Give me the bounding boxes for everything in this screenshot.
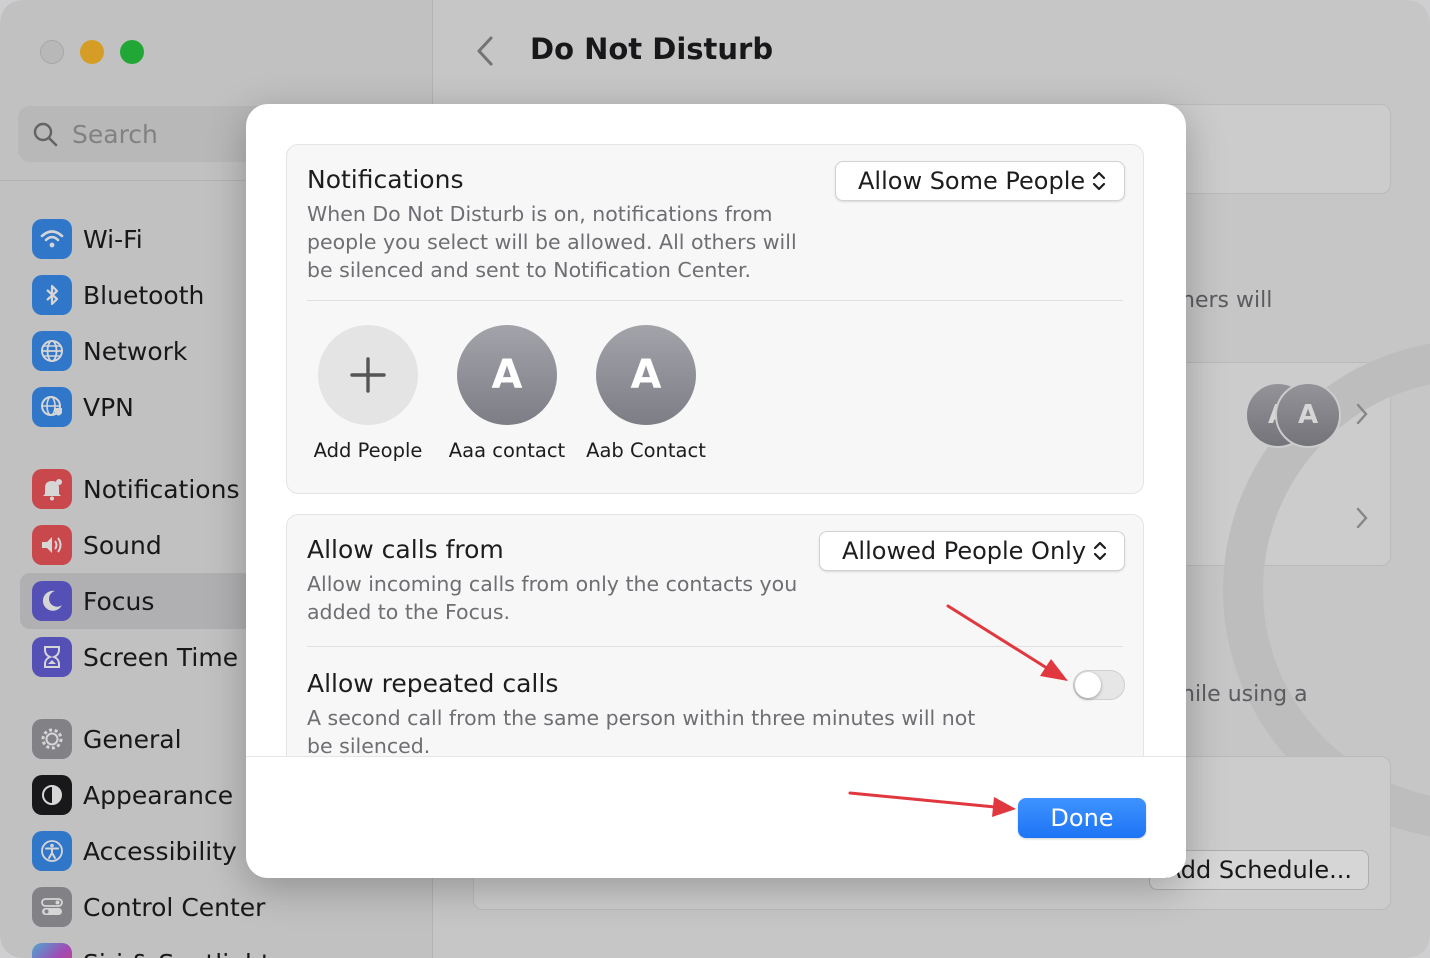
person-aaa-contact[interactable]: A Aaa contact bbox=[442, 325, 572, 462]
allow-calls-title: Allow calls from bbox=[307, 535, 504, 564]
add-people-item[interactable]: Add People bbox=[303, 325, 433, 462]
add-people-button[interactable] bbox=[318, 325, 418, 425]
repeated-calls-title: Allow repeated calls bbox=[307, 669, 559, 698]
repeated-calls-description: A second call from the same person withi… bbox=[307, 706, 976, 756]
popup-value: Allow Some People bbox=[858, 167, 1086, 195]
focus-people-sheet: Notifications When Do Not Disturb is on,… bbox=[246, 104, 1186, 878]
notifications-group: Notifications When Do Not Disturb is on,… bbox=[286, 144, 1144, 494]
popup-value: Allowed People Only bbox=[842, 537, 1087, 565]
settings-window: Wi-Fi Bluetooth Network VPN bbox=[0, 0, 1430, 958]
person-label: Aab Contact bbox=[586, 439, 706, 462]
allow-calls-popup[interactable]: Allowed People Only bbox=[819, 531, 1125, 571]
person-label: Add People bbox=[313, 439, 423, 462]
toggle-knob bbox=[1075, 672, 1101, 698]
notifications-title: Notifications bbox=[307, 165, 464, 194]
separator bbox=[307, 300, 1123, 301]
avatar: A bbox=[457, 325, 557, 425]
done-button[interactable]: Done bbox=[1018, 798, 1146, 838]
person-label: Aaa contact bbox=[448, 439, 566, 462]
up-down-chevron-icon bbox=[1093, 541, 1107, 561]
up-down-chevron-icon bbox=[1093, 171, 1106, 191]
notifications-allow-popup[interactable]: Allow Some People bbox=[835, 161, 1125, 201]
plus-icon bbox=[350, 357, 386, 393]
avatar: A bbox=[596, 325, 696, 425]
sheet-scroll-area[interactable]: Notifications When Do Not Disturb is on,… bbox=[246, 104, 1186, 756]
repeated-calls-toggle[interactable] bbox=[1073, 670, 1125, 700]
notifications-description: When Do Not Disturb is on, notifications… bbox=[307, 202, 797, 282]
calls-group: Allow calls from Allow incoming calls fr… bbox=[286, 514, 1144, 756]
sheet-footer: Done bbox=[246, 756, 1186, 878]
allow-calls-description: Allow incoming calls from only the conta… bbox=[307, 572, 798, 624]
separator bbox=[307, 646, 1123, 647]
person-aab-contact[interactable]: A Aab Contact bbox=[581, 325, 711, 462]
